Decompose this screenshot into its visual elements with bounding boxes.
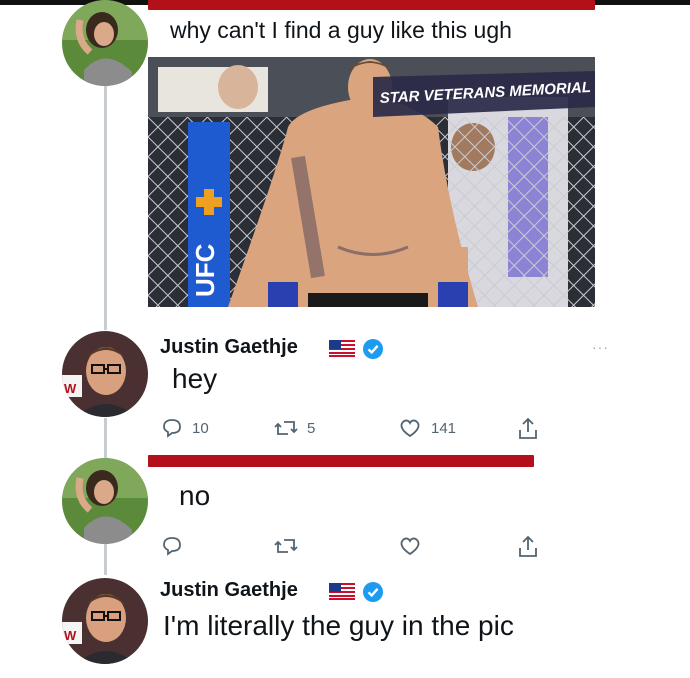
reply-count: 10 bbox=[192, 419, 209, 437]
tweet-photo[interactable]: STAR VETERANS MEMORIAL UFC bbox=[148, 57, 595, 307]
us-flag-icon bbox=[329, 340, 355, 357]
thread-line-3 bbox=[104, 543, 107, 575]
share-icon bbox=[519, 417, 537, 439]
retweet-count: 5 bbox=[307, 419, 316, 437]
octagon-mark: UFC bbox=[190, 243, 220, 297]
avatar-original-poster[interactable] bbox=[62, 0, 148, 86]
tweet-text-original-2: no bbox=[179, 480, 211, 511]
tweet-text-reply-2: I'm literally the guy in the pic bbox=[163, 610, 514, 641]
verified-badge-icon bbox=[363, 582, 383, 602]
retweet-button[interactable]: 5 bbox=[273, 416, 315, 440]
reply-icon bbox=[163, 537, 181, 556]
avatar-original-poster-2[interactable] bbox=[62, 458, 148, 544]
display-name-2[interactable]: Justin Gaethje bbox=[160, 579, 298, 602]
reply-button[interactable]: 10 bbox=[160, 416, 209, 440]
like-button-2[interactable] bbox=[397, 534, 423, 558]
redacted-username-1 bbox=[148, 0, 595, 10]
retweet-button-2[interactable] bbox=[273, 534, 299, 558]
share-icon bbox=[519, 535, 537, 557]
like-button[interactable]: 141 bbox=[397, 416, 456, 440]
tweet-text-reply-1: hey bbox=[172, 363, 218, 394]
thread-line-1 bbox=[104, 78, 107, 330]
reply-icon bbox=[163, 419, 181, 438]
svg-text:W: W bbox=[64, 628, 77, 643]
tweet-text-original: why can't I find a guy like this ugh bbox=[170, 17, 512, 43]
avatar-justin-gaethje-2[interactable]: W bbox=[62, 578, 148, 664]
reply-button-2[interactable] bbox=[160, 534, 184, 558]
heart-icon bbox=[400, 537, 420, 556]
us-flag-icon bbox=[329, 583, 355, 600]
display-name-1[interactable]: Justin Gaethje bbox=[160, 336, 298, 359]
like-count: 141 bbox=[431, 419, 457, 437]
verified-badge-icon bbox=[363, 339, 383, 359]
redacted-username-2 bbox=[148, 455, 534, 467]
svg-text:W: W bbox=[64, 381, 77, 396]
heart-icon bbox=[400, 419, 420, 438]
thread-line-2 bbox=[104, 418, 107, 460]
retweet-icon bbox=[274, 539, 298, 553]
share-button-2[interactable] bbox=[516, 534, 540, 560]
avatar-justin-gaethje[interactable]: W bbox=[62, 331, 148, 417]
retweet-icon bbox=[274, 421, 298, 435]
more-options-icon[interactable]: ··· bbox=[592, 339, 609, 355]
share-button[interactable] bbox=[516, 416, 540, 442]
